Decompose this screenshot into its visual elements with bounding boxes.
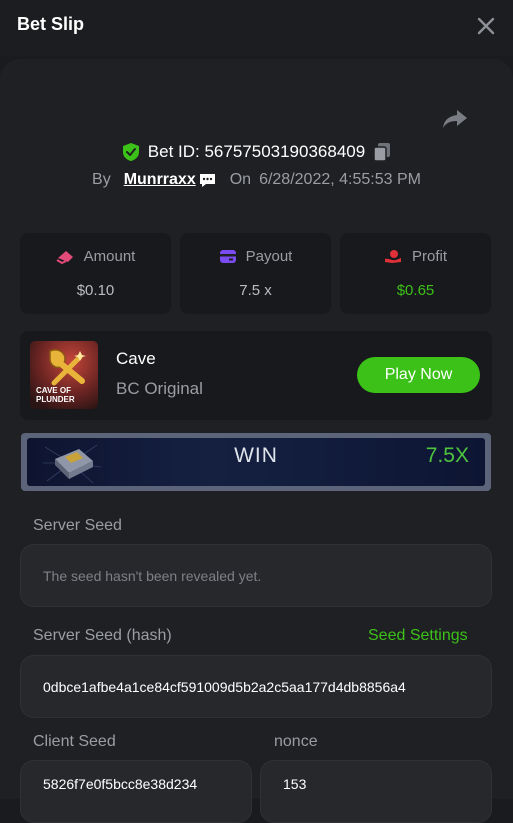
- bet-id: Bet ID: 5675750319036840​9: [147, 142, 366, 161]
- thumb-title-1: CAVE OF: [36, 386, 71, 395]
- payout-label: Payout: [245, 248, 293, 265]
- amount-value: $0.10: [76, 282, 115, 299]
- copy-icon[interactable]: [373, 142, 391, 162]
- profit-label-row: Profit: [340, 248, 491, 265]
- bet-slip-header: Bet Slip: [0, 0, 513, 56]
- amount-label: Amount: [83, 248, 136, 265]
- server-seed-field: The seed hasn't been revealed yet.: [20, 544, 492, 607]
- profit-card: Profit $0.65: [340, 233, 491, 314]
- server-hash-field[interactable]: [20, 655, 492, 718]
- seed-settings-link[interactable]: Seed Settings: [368, 627, 468, 645]
- bet-date: 6/28/2022, 4:55:53 PM: [259, 171, 421, 188]
- server-seed-value: The seed hasn't been revealed yet.: [43, 567, 262, 584]
- payout-label-row: Payout: [180, 248, 331, 265]
- share-icon[interactable]: [441, 107, 469, 131]
- page-title: Bet Slip: [17, 14, 85, 34]
- server-hash-label: Server Seed (hash): [33, 627, 172, 644]
- profit-value: $0.65: [396, 282, 435, 299]
- payout-value: 7.5 x: [239, 282, 272, 299]
- game-card: CAVE OF PLUNDER Cave BC Original Play No…: [20, 331, 492, 420]
- profit-label: Profit: [411, 248, 447, 265]
- nonce-input[interactable]: [283, 753, 483, 814]
- game-subtitle: BC Original: [116, 379, 203, 398]
- amount-label-row: Amount: [20, 248, 171, 265]
- chat-icon[interactable]: [199, 173, 216, 188]
- by-label: By: [92, 171, 111, 188]
- play-now-button[interactable]: Play Now: [357, 357, 480, 393]
- server-hash-input[interactable]: [43, 656, 483, 717]
- client-seed-label: Client Seed: [33, 733, 116, 750]
- result-banner: WIN 7.5X: [21, 433, 491, 491]
- amount-icon: [56, 251, 73, 264]
- payout-icon: [219, 250, 236, 263]
- game-thumbnail[interactable]: CAVE OF PLUNDER: [30, 341, 98, 409]
- nonce-label: nonce: [274, 733, 318, 750]
- client-seed-input[interactable]: [43, 753, 243, 814]
- thumb-title-2: PLUNDER: [36, 395, 75, 404]
- on-label: On: [229, 171, 252, 188]
- close-icon[interactable]: [474, 14, 498, 38]
- bet-meta-row: By Munrraxx On 6/28/2022, 4:55:53 PM: [0, 168, 513, 192]
- server-seed-label: Server Seed: [33, 517, 122, 534]
- nonce-field[interactable]: [260, 753, 492, 823]
- payout-card: Payout 7.5 x: [180, 233, 331, 314]
- user-link[interactable]: Munrraxx: [124, 171, 196, 189]
- client-seed-field[interactable]: [20, 753, 252, 823]
- profit-icon: [384, 250, 401, 263]
- game-name: Cave: [116, 349, 156, 368]
- amount-card: Amount $0.10: [20, 233, 171, 314]
- result-status: WIN: [234, 444, 278, 467]
- result-multiplier: 7.5X: [425, 444, 469, 467]
- bet-id-row: Bet ID: 5675750319036840​9: [0, 140, 513, 164]
- shield-check-icon: [122, 143, 139, 161]
